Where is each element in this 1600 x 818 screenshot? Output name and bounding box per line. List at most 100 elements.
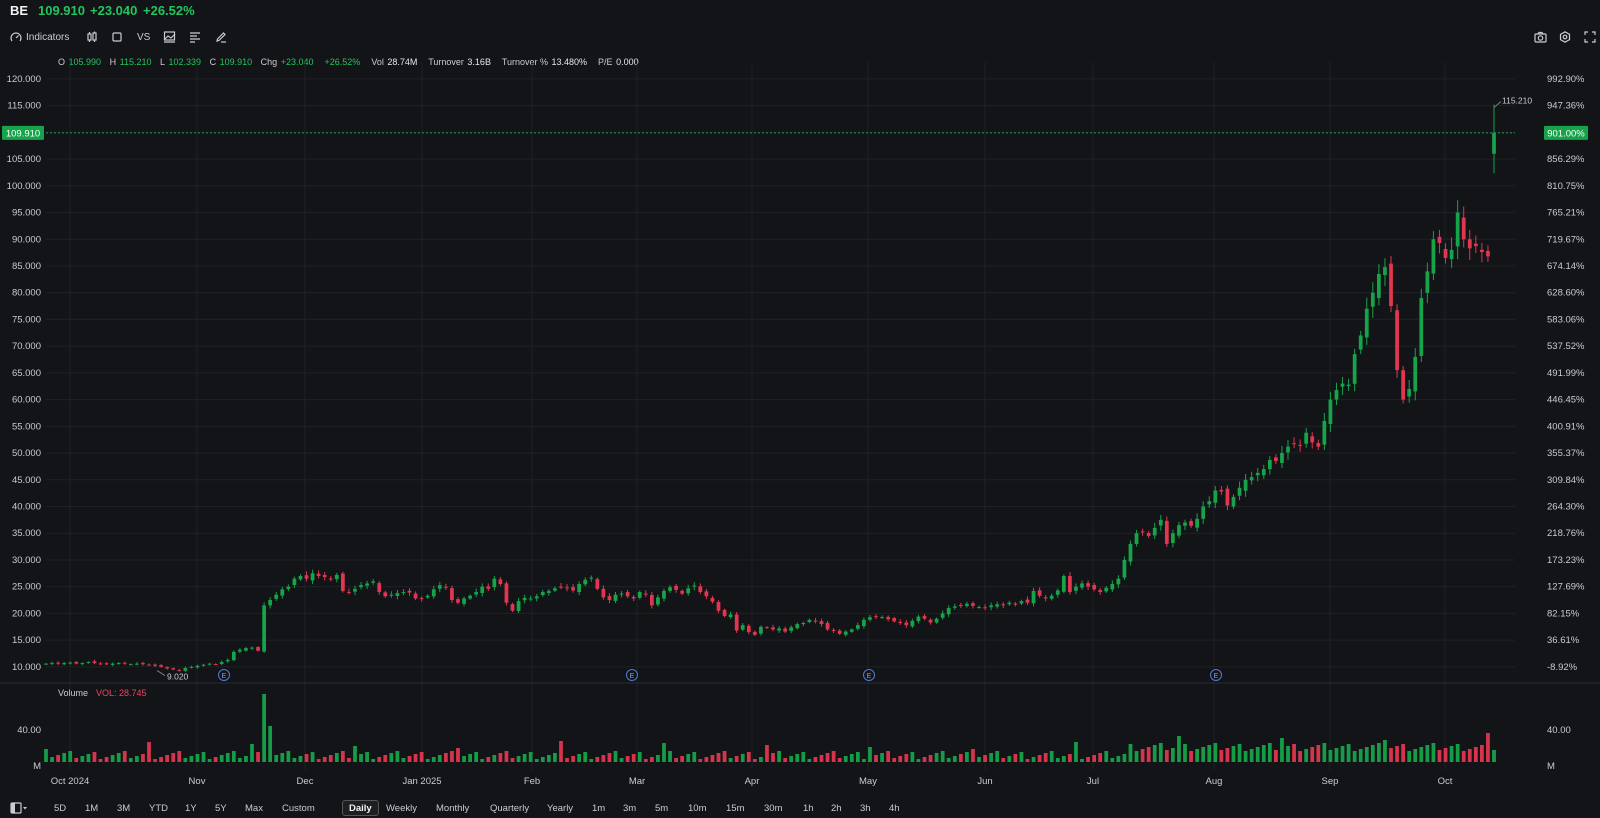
y-tick-label: 30.000 [12, 555, 41, 566]
volume-bar [492, 755, 497, 762]
candle-body [98, 663, 103, 665]
interval-3m[interactable]: 3m [623, 800, 636, 816]
interval-10m[interactable]: 10m [688, 800, 706, 816]
range-3m[interactable]: 3M [117, 800, 130, 816]
interval-yearly[interactable]: Yearly [547, 800, 573, 816]
range-custom[interactable]: Custom [282, 800, 315, 816]
candle-body [159, 665, 163, 667]
candle-body [316, 573, 321, 576]
candle-body [141, 663, 145, 665]
volume-bar [674, 758, 678, 762]
candle-body [704, 591, 709, 597]
volume-bar [553, 753, 557, 762]
fullscreen-button[interactable] [1584, 27, 1596, 47]
candle-body [359, 585, 363, 588]
volume-bar [583, 752, 588, 762]
volume-bar [1267, 743, 1272, 762]
volume-bar [995, 751, 1000, 762]
candle-body [92, 661, 97, 664]
candle-body [183, 667, 188, 671]
rectangle-tool-button[interactable] [111, 27, 123, 47]
interval-daily[interactable]: Daily [342, 800, 379, 816]
volume-bar [195, 754, 200, 762]
interval-quarterly[interactable]: Quarterly [490, 800, 529, 816]
volume-bar [516, 756, 521, 762]
price-change: +23.040 [90, 3, 138, 18]
ticker-symbol[interactable]: BE [10, 3, 28, 18]
interval-15m[interactable]: 15m [726, 800, 744, 816]
interval-monthly[interactable]: Monthly [436, 800, 469, 816]
range-5y[interactable]: 5Y [215, 800, 227, 816]
candle-body [1377, 273, 1381, 299]
candle-body [1274, 457, 1278, 462]
volume-bar [649, 757, 654, 762]
candle-body [298, 575, 303, 580]
y-tick-label: 100.000 [7, 181, 41, 192]
y-tick-label: 80.000 [12, 288, 41, 299]
volume-bar [1043, 753, 1048, 762]
candle-body [1419, 298, 1424, 356]
interval-5m[interactable]: 5m [655, 800, 668, 816]
candle-body [837, 630, 842, 634]
candle-body [783, 628, 788, 632]
draw-button[interactable] [215, 27, 227, 47]
range-1y[interactable]: 1Y [185, 800, 197, 816]
candle-body [110, 663, 115, 665]
volume-bar [1389, 748, 1393, 762]
volume-bar [1122, 754, 1127, 762]
candle-body [1074, 586, 1078, 591]
settings-button[interactable] [1559, 27, 1571, 47]
layout-toggle-button[interactable] [10, 800, 28, 816]
volume-bar [468, 754, 472, 762]
volume-bar [1213, 743, 1218, 762]
range-5d[interactable]: 5D [54, 800, 66, 816]
candle-body [771, 627, 775, 630]
candle-body [777, 628, 781, 631]
volume-bar [601, 755, 606, 762]
interval-1m[interactable]: 1m [592, 800, 605, 816]
x-axis-label: Jul [1087, 776, 1099, 787]
interval-weekly[interactable]: Weekly [386, 800, 417, 816]
volume-bar [1455, 744, 1460, 762]
price-chart[interactable]: 120.000992.90%115.000947.36%110.000901.0… [0, 60, 1600, 795]
volume-bar [777, 751, 781, 762]
volume-bar [1249, 749, 1254, 762]
chart-type-button[interactable] [163, 27, 176, 47]
list-button[interactable] [189, 27, 201, 47]
candle-body [1134, 533, 1139, 544]
volume-panel-title: Volume [58, 688, 89, 698]
screenshot-button[interactable] [1534, 27, 1547, 47]
candle-body [765, 627, 769, 629]
y-tick-label-right: 719.67% [1547, 234, 1585, 245]
volume-bar [1152, 745, 1157, 762]
interval-4h[interactable]: 4h [889, 800, 900, 816]
volume-bar [880, 753, 884, 762]
candle-body [450, 588, 454, 601]
range-1m[interactable]: 1M [85, 800, 98, 816]
volume-bar [274, 755, 279, 762]
volume-bar [389, 753, 394, 762]
range-max[interactable]: Max [245, 800, 263, 816]
candle-body [44, 663, 48, 665]
range-ytd[interactable]: YTD [149, 800, 168, 816]
y-tick-label: 70.000 [12, 341, 41, 352]
volume-bar [365, 752, 369, 762]
candle-body [1364, 308, 1369, 338]
y-tick-label: 55.000 [12, 421, 41, 432]
candle-body [680, 590, 685, 594]
candle-body [528, 598, 533, 600]
volume-bar [1286, 746, 1290, 762]
candle-body [1213, 490, 1218, 503]
y-tick-label: 35.000 [12, 528, 41, 539]
interval-3h[interactable]: 3h [860, 800, 871, 816]
interval-30m[interactable]: 30m [764, 800, 782, 816]
interval-1h[interactable]: 1h [803, 800, 814, 816]
candle-body [377, 583, 382, 593]
volume-bar [752, 759, 757, 762]
candle-body [946, 608, 951, 615]
indicators-button[interactable]: Indicators [10, 27, 69, 47]
compare-button[interactable]: VS [137, 27, 150, 47]
interval-2h[interactable]: 2h [831, 800, 842, 816]
y-tick-label: 120.000 [7, 74, 41, 85]
candles-button[interactable] [86, 27, 98, 47]
